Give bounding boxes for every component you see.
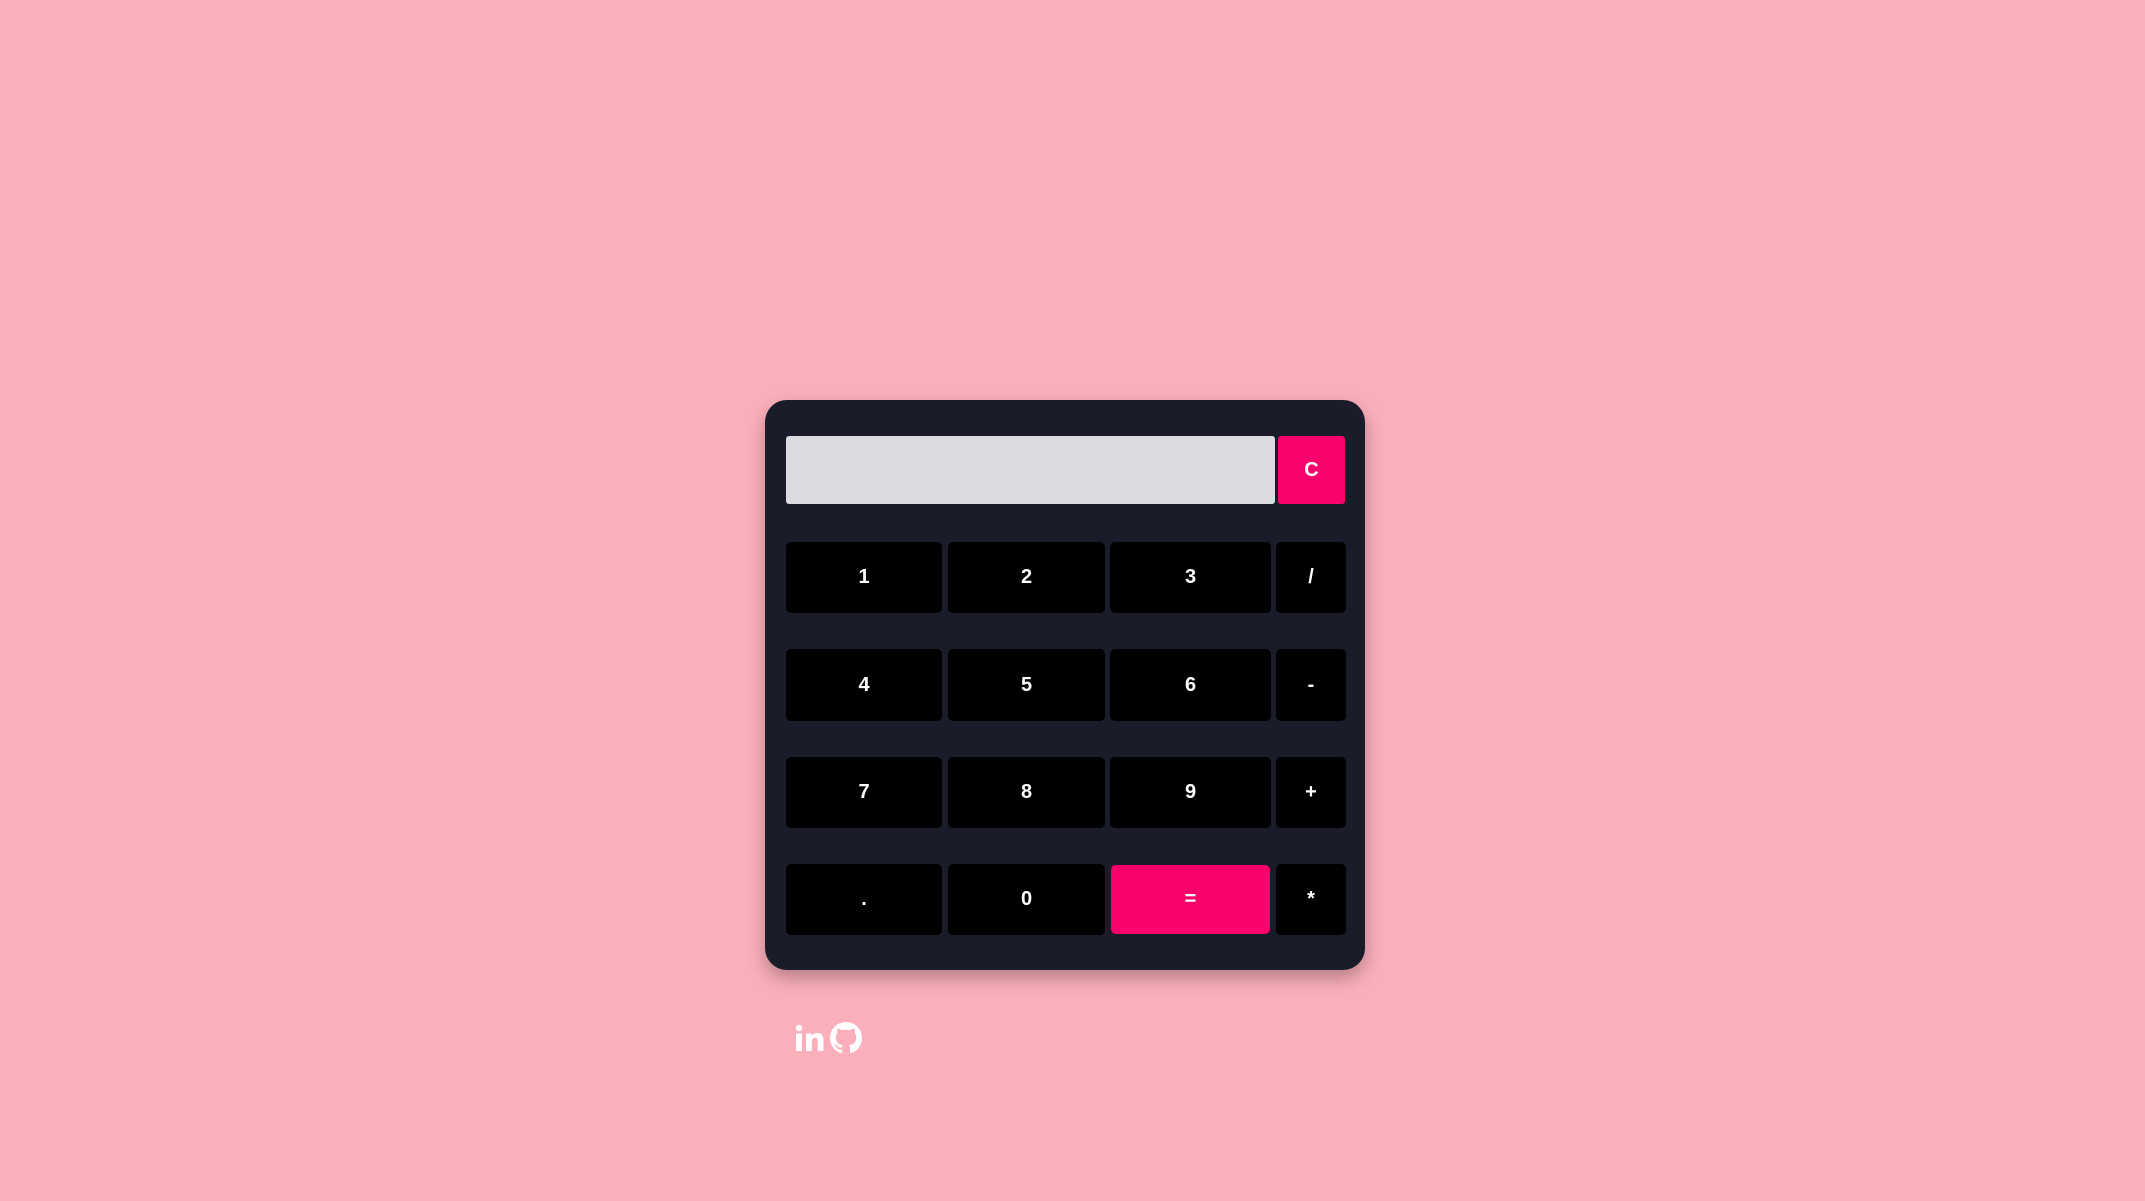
- digit-6-button[interactable]: 6: [1110, 649, 1271, 721]
- linkedin-icon[interactable]: [794, 1020, 826, 1056]
- clear-button[interactable]: C: [1278, 436, 1345, 504]
- multiply-button[interactable]: *: [1276, 864, 1346, 935]
- digit-5-button[interactable]: 5: [948, 649, 1105, 721]
- social-links: [794, 1020, 862, 1056]
- display-input[interactable]: [786, 436, 1275, 504]
- github-glyph: [830, 1022, 862, 1054]
- page: C 1 2 3 / 4 5 6 - 7 8 9 + . 0 = *: [0, 0, 2145, 1201]
- digit-1-button[interactable]: 1: [786, 542, 942, 613]
- equals-button[interactable]: =: [1111, 865, 1270, 934]
- digit-8-button[interactable]: 8: [948, 757, 1105, 828]
- digit-4-button[interactable]: 4: [786, 649, 942, 721]
- decimal-button[interactable]: .: [786, 864, 942, 935]
- add-button[interactable]: +: [1276, 757, 1346, 828]
- github-icon[interactable]: [830, 1020, 862, 1056]
- calculator: C 1 2 3 / 4 5 6 - 7 8 9 + . 0 = *: [765, 400, 1365, 970]
- digit-7-button[interactable]: 7: [786, 757, 942, 828]
- digit-3-button[interactable]: 3: [1110, 542, 1271, 613]
- digit-0-button[interactable]: 0: [948, 864, 1105, 935]
- linkedin-glyph: [795, 1024, 824, 1051]
- digit-9-button[interactable]: 9: [1110, 757, 1271, 828]
- subtract-button[interactable]: -: [1276, 649, 1346, 721]
- divide-button[interactable]: /: [1276, 542, 1346, 613]
- digit-2-button[interactable]: 2: [948, 542, 1105, 613]
